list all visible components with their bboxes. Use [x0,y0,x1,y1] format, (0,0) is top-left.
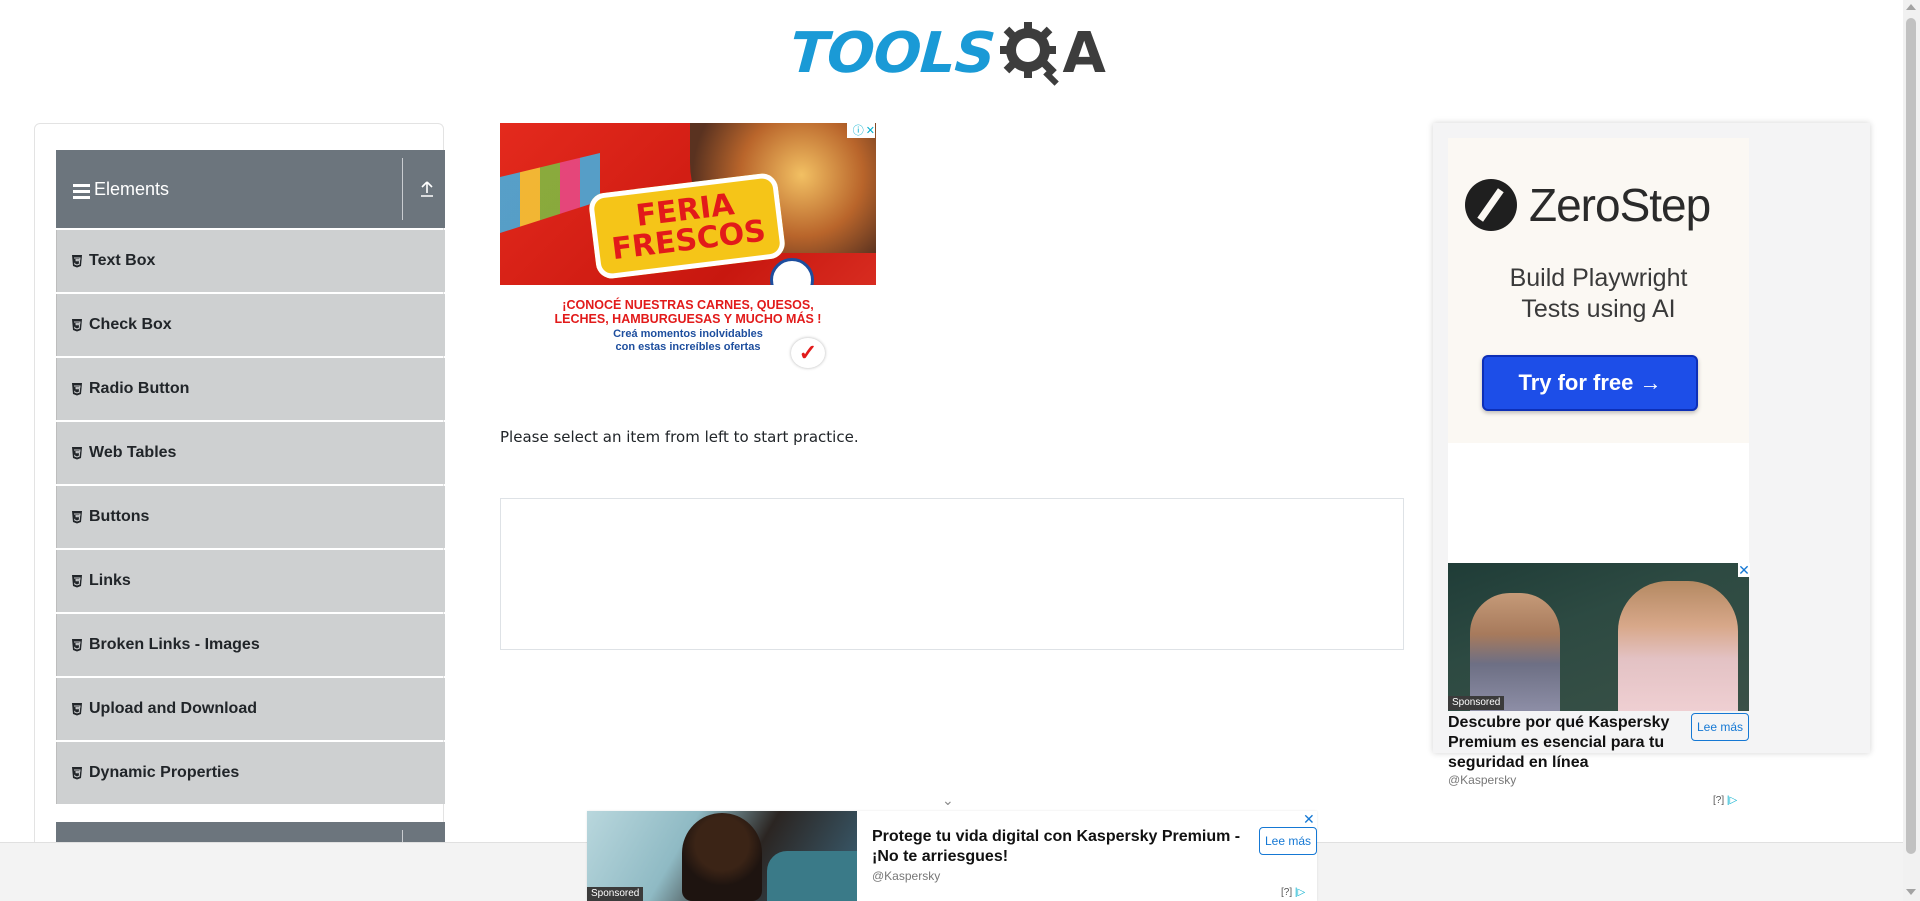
menu-item-web-tables[interactable]: Web Tables [56,422,445,484]
html5-icon [72,255,82,268]
badge-line-2: FRESCOS [609,213,768,268]
group-title: Elements [94,178,170,199]
menu-item-broken-links[interactable]: Broken Links - Images [56,614,445,676]
lee-mas-button[interactable]: Lee más [1259,827,1317,855]
menu-item-label: Dynamic Properties [89,764,240,781]
scroll-down-arrow-icon[interactable] [1906,889,1916,895]
menu-item-text-box[interactable]: Text Box [56,230,445,292]
flags-decoration [500,153,600,233]
ad-help-link[interactable]: [?] |▷ [1713,795,1737,806]
gear-magnifier-icon [1000,22,1060,86]
scroll-up-arrow-icon[interactable] [1906,4,1916,10]
hamburger-icon [73,183,90,199]
sponsored-tag: Sponsored [1448,696,1505,710]
advertiser-handle: @Kaspersky [872,869,941,883]
zerostep-subtitle-line-1: Build Playwright [1509,264,1688,292]
zerostep-circle-icon [1465,179,1517,231]
menu-item-dynamic-properties[interactable]: Dynamic Properties [56,742,445,804]
zerostep-subtitle: Build Playwright Tests using AI [1448,263,1749,325]
html5-icon [72,767,82,780]
right-ad-panel: ZeroStep Build Playwright Tests using AI… [1433,123,1870,806]
html5-icon [72,511,82,524]
person-left [1470,593,1560,711]
sponsored-tag: Sponsored [587,887,644,901]
menu-item-label: Upload and Download [89,700,257,717]
ad-tagline-line-1: ¡CONOCÉ NUESTRAS CARNES, QUESOS, [562,298,814,312]
header-divider [402,158,403,220]
checkmark-logo-icon: ✓ [791,338,825,368]
zerostep-subtitle-line-2: Tests using AI [1521,295,1676,323]
person-right [1618,581,1738,711]
menu-item-radio-button[interactable]: Radio Button [56,358,445,420]
kaspersky-ad-image [1448,563,1749,711]
html5-icon [72,639,82,652]
instruction-text: Please select an item from left to start… [500,428,859,446]
child-figure [682,813,762,901]
menu-item-label: Check Box [89,316,172,333]
lee-mas-button[interactable]: Lee más [1691,713,1749,741]
html5-icon [72,703,82,716]
bottom-kaspersky-ad[interactable]: Sponsored Protege tu vida digital con Ka… [587,811,1317,901]
toolsqa-logo[interactable]: TOOLS A [787,14,1115,92]
page: TOOLS A Elements Text Box Check Box Radi… [0,0,1920,901]
close-icon[interactable]: ✕ [1303,811,1315,828]
close-icon[interactable]: ✕ [866,124,875,138]
chevron-down-icon[interactable]: ⌄ [942,793,956,807]
ad-tagline: ¡CONOCÉ NUESTRAS CARNES, QUESOS, LECHES,… [500,298,876,326]
menu-item-label: Web Tables [89,444,177,461]
menu-item-label: Buttons [89,508,150,525]
kaspersky-ad-title[interactable]: Descubre por qué Kaspersky Premium es es… [1448,713,1678,773]
menu-item-label: Links [89,572,131,589]
adchoices-icon[interactable]: |▷ [1727,795,1737,806]
sofa-shape [767,851,857,901]
menu-item-check-box[interactable]: Check Box [56,294,445,356]
html5-icon [72,575,82,588]
logo-text-tools: TOOLS [787,20,997,86]
zerostep-name: ZeroStep [1529,179,1711,231]
menu-item-label: Text Box [89,252,156,269]
scrollbar-thumb[interactable] [1906,18,1916,854]
feria-badge: FERIA FRESCOS [587,171,787,281]
ad-choices-controls[interactable]: ⓘ ✕ [847,123,875,138]
zerostep-logo: ZeroStep [1465,178,1711,232]
menu-item-buttons[interactable]: Buttons [56,486,445,548]
adchoices-icon[interactable]: |▷ [1295,887,1305,898]
adchoices-icon[interactable]: ⓘ [853,124,864,138]
html5-icon [72,447,82,460]
menu-item-links[interactable]: Links [56,550,445,612]
ad-subtext-line-1: Creá momentos inolvidables [613,328,763,340]
bottom-ad-title[interactable]: Protege tu vida digital con Kaspersky Pr… [872,827,1252,867]
try-for-free-button[interactable]: Try for free → [1482,355,1698,411]
ad-help-text[interactable]: [?] [1713,795,1724,806]
left-panel: Elements Text Box Check Box Radio Button… [34,123,445,901]
html5-icon [72,383,82,396]
empty-content-box [500,498,1404,650]
ad-help-link[interactable]: [?] |▷ [1281,887,1305,898]
ad-tagline-line-2: LECHES, HAMBURGUESAS Y MUCHO MÁS ! [554,312,822,326]
advertiser-handle: @Kaspersky [1448,773,1517,787]
elements-menu: Text Box Check Box Radio Button Web Tabl… [56,230,445,806]
collapse-up-icon[interactable] [419,180,435,198]
close-icon[interactable]: ✕ [1738,563,1750,577]
feria-ad-banner[interactable]: FERIA FRESCOS ¡CONOCÉ NUESTRAS CARNES, Q… [500,123,876,375]
menu-item-label: Broken Links - Images [89,636,260,653]
group-header-elements[interactable]: Elements [56,150,445,228]
menu-item-upload-download[interactable]: Upload and Download [56,678,445,740]
ad-help-text[interactable]: [?] [1281,887,1292,898]
html5-icon [72,319,82,332]
logo-text-a: A [1062,20,1106,86]
menu-item-label: Radio Button [89,380,190,397]
kaspersky-ad[interactable]: Sponsored ✕ Descubre por qué Kaspersky P… [1448,443,1750,806]
